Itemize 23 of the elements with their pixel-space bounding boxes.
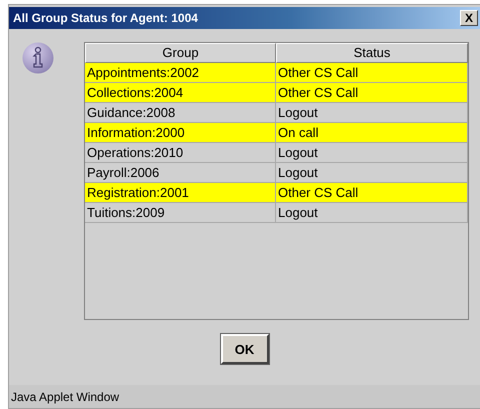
- info-icon: [22, 42, 54, 74]
- table-cell: Logout: [276, 163, 468, 182]
- table-cell: Other CS Call: [276, 183, 468, 202]
- table-cell: Logout: [276, 203, 468, 222]
- close-button[interactable]: X: [460, 10, 478, 26]
- ok-button[interactable]: OK: [220, 334, 268, 364]
- table-cell: Registration:2001: [85, 183, 276, 202]
- window-title: All Group Status for Agent: 1004: [13, 11, 198, 25]
- table-cell: Other CS Call: [276, 83, 468, 102]
- table-cell: Payroll:2006: [85, 163, 276, 182]
- table-cell: Tuitions:2009: [85, 203, 276, 222]
- table-cell: On call: [276, 123, 468, 142]
- table-cell: Collections:2004: [85, 83, 276, 102]
- status-text: Java Applet Window: [11, 390, 120, 404]
- column-header[interactable]: Group: [85, 43, 276, 63]
- table-cell: Logout: [276, 143, 468, 162]
- table-cell: Appointments:2002: [85, 63, 276, 82]
- column-header[interactable]: Status: [276, 43, 468, 63]
- table-cell: Information:2000: [85, 123, 276, 142]
- table-cell: Logout: [276, 103, 468, 122]
- table-cell: Operations:2010: [85, 143, 276, 162]
- table-cell: Other CS Call: [276, 63, 468, 82]
- table-cell: Guidance:2008: [85, 103, 276, 122]
